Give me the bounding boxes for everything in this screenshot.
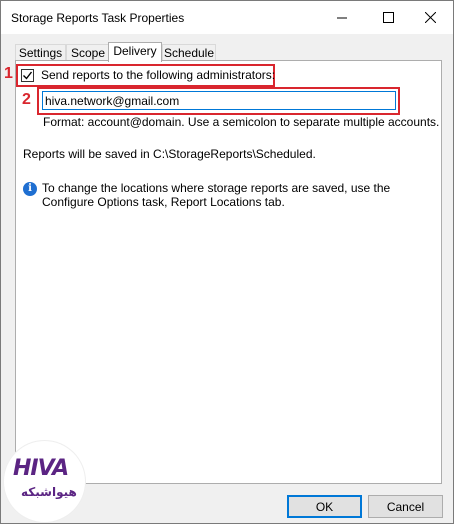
tab-settings[interactable]: Settings — [15, 44, 66, 61]
annotation-marker-1: 1 — [4, 65, 13, 82]
close-icon — [424, 12, 436, 23]
title-bar[interactable]: Storage Reports Task Properties — [1, 1, 453, 34]
checkmark-icon — [23, 71, 33, 80]
save-location-text: Reports will be saved in C:\StorageRepor… — [23, 147, 316, 161]
send-reports-label[interactable]: Send reports to the following administra… — [41, 68, 275, 82]
window-title: Storage Reports Task Properties — [11, 11, 185, 25]
maximize-icon — [382, 12, 394, 23]
tab-scope[interactable]: Scope — [66, 44, 110, 61]
ok-button[interactable]: OK — [287, 495, 362, 518]
format-hint: Format: account@domain. Use a semicolon … — [43, 115, 440, 129]
dialog-window: Storage Reports Task Properties Settings… — [0, 0, 454, 524]
admin-email-input[interactable] — [42, 91, 396, 110]
info-icon: i — [23, 182, 37, 196]
tab-delivery[interactable]: Delivery — [108, 42, 162, 62]
minimize-button[interactable] — [319, 1, 365, 34]
hiva-logo-subtitle: هیواشبکه — [21, 485, 77, 499]
hiva-logo-wordmark: HIVA — [13, 456, 69, 481]
report-locations-info: To change the locations where storage re… — [42, 181, 391, 209]
minimize-icon — [337, 17, 347, 18]
maximize-button[interactable] — [365, 1, 411, 34]
close-button[interactable] — [407, 1, 453, 34]
tab-schedule[interactable]: Schedule — [162, 44, 216, 61]
annotation-marker-2: 2 — [22, 91, 31, 108]
hiva-logo — [4, 441, 85, 522]
cancel-button[interactable]: Cancel — [368, 495, 443, 518]
send-reports-checkbox[interactable] — [21, 69, 34, 82]
